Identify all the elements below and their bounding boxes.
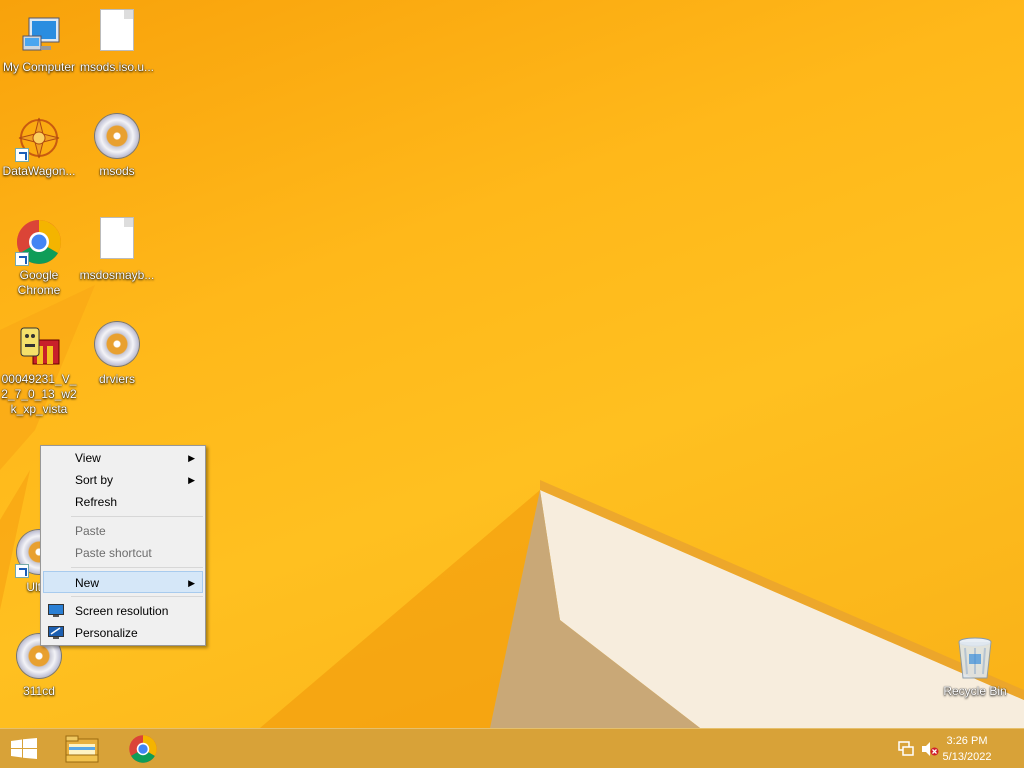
menu-item-label: Paste: [75, 524, 106, 538]
menu-separator: [71, 567, 203, 568]
shortcut-arrow-icon: [15, 148, 29, 162]
start-icon: [11, 738, 37, 759]
chrome-icon: [15, 218, 63, 266]
desktop-icon-recycle-bin[interactable]: Recycle Bin: [935, 626, 1015, 699]
menu-item-new[interactable]: New ▶: [43, 571, 203, 593]
menu-item-refresh[interactable]: Refresh: [43, 491, 203, 513]
menu-separator: [71, 516, 203, 517]
menu-item-paste[interactable]: Paste: [43, 520, 203, 542]
desktop-icon-label: msods: [99, 164, 135, 178]
menu-separator: [71, 596, 203, 597]
clock-date: 5/13/2022: [942, 751, 992, 763]
submenu-arrow-icon: ▶: [188, 578, 195, 588]
desktop-icon-msdosmayb[interactable]: msdosmayb...: [77, 210, 157, 283]
desktop-icon-google-chrome[interactable]: Google Chrome: [0, 210, 79, 298]
recycle-bin-icon: [951, 634, 999, 682]
desktop-icon-label: 00049231_V_2_7_0_13_w2k_xp_vista: [1, 372, 77, 416]
desktop-icon-label: drviers: [98, 372, 135, 386]
desktop-context-menu: View ▶ Sort by ▶ Refresh Paste Paste sho…: [40, 445, 206, 646]
shortcut-arrow-icon: [15, 252, 29, 266]
network-icon: [898, 741, 914, 756]
file-icon: [93, 10, 141, 58]
taskbar-file-explorer[interactable]: [56, 729, 108, 769]
computer-icon: [15, 10, 63, 58]
clock-time: 3:26 PM: [946, 735, 988, 747]
desktop-icon-label: msdosmayb...: [79, 268, 155, 282]
menu-item-label: New: [75, 576, 100, 590]
screen-resolution-icon: [48, 603, 64, 617]
menu-item-label: View: [75, 451, 101, 465]
menu-item-personalize[interactable]: Personalize: [43, 622, 203, 644]
file-icon: [93, 218, 141, 266]
desktop[interactable]: My Computer DataWagon... Google Chrome 0…: [0, 0, 1024, 728]
menu-item-label: Sort by: [75, 473, 114, 487]
chrome-icon: [129, 735, 157, 763]
desktop-icon-label: Google Chrome: [17, 268, 61, 297]
submenu-arrow-icon: ▶: [188, 475, 195, 485]
tray-network[interactable]: [896, 729, 916, 769]
disc-icon: [93, 114, 141, 162]
installer-icon: [15, 322, 63, 370]
disc-icon: [93, 322, 141, 370]
menu-item-sort-by[interactable]: Sort by ▶: [43, 469, 203, 491]
desktop-icon-label: My Computer: [2, 60, 76, 74]
menu-item-label: Refresh: [75, 495, 118, 509]
taskbar: 3:26 PM 5/13/2022: [0, 728, 1024, 768]
desktop-icon-label: msods.iso.u...: [79, 60, 155, 74]
file-explorer-icon: [65, 735, 99, 763]
desktop-icon-installer[interactable]: 00049231_V_2_7_0_13_w2k_xp_vista: [0, 314, 79, 417]
desktop-icon-datawagon[interactable]: DataWagon...: [0, 106, 79, 179]
menu-item-screen-resolution[interactable]: Screen resolution: [43, 600, 203, 622]
taskbar-clock[interactable]: 3:26 PM 5/13/2022: [932, 733, 1002, 765]
menu-item-view[interactable]: View ▶: [43, 447, 203, 469]
desktop-icon-msods[interactable]: msods: [77, 106, 157, 179]
menu-item-paste-shortcut[interactable]: Paste shortcut: [43, 542, 203, 564]
menu-item-label: Screen resolution: [75, 604, 169, 618]
desktop-icon-msods-iso[interactable]: msods.iso.u...: [77, 2, 157, 75]
desktop-icon-label: 311cd: [23, 684, 55, 698]
menu-item-label: Paste shortcut: [75, 546, 152, 560]
desktop-icon-my-computer[interactable]: My Computer: [0, 2, 79, 75]
desktop-icon-drviers[interactable]: drviers: [77, 314, 157, 387]
submenu-arrow-icon: ▶: [188, 453, 195, 463]
menu-item-label: Personalize: [75, 626, 138, 640]
desktop-icon-label: Recycle Bin: [943, 684, 1007, 698]
datawagon-icon: [15, 114, 63, 162]
taskbar-google-chrome[interactable]: [118, 729, 170, 769]
desktop-icon-label: DataWagon...: [2, 164, 76, 178]
start-button[interactable]: [0, 729, 48, 769]
shortcut-arrow-icon: [15, 564, 29, 578]
personalize-icon: [48, 625, 64, 639]
